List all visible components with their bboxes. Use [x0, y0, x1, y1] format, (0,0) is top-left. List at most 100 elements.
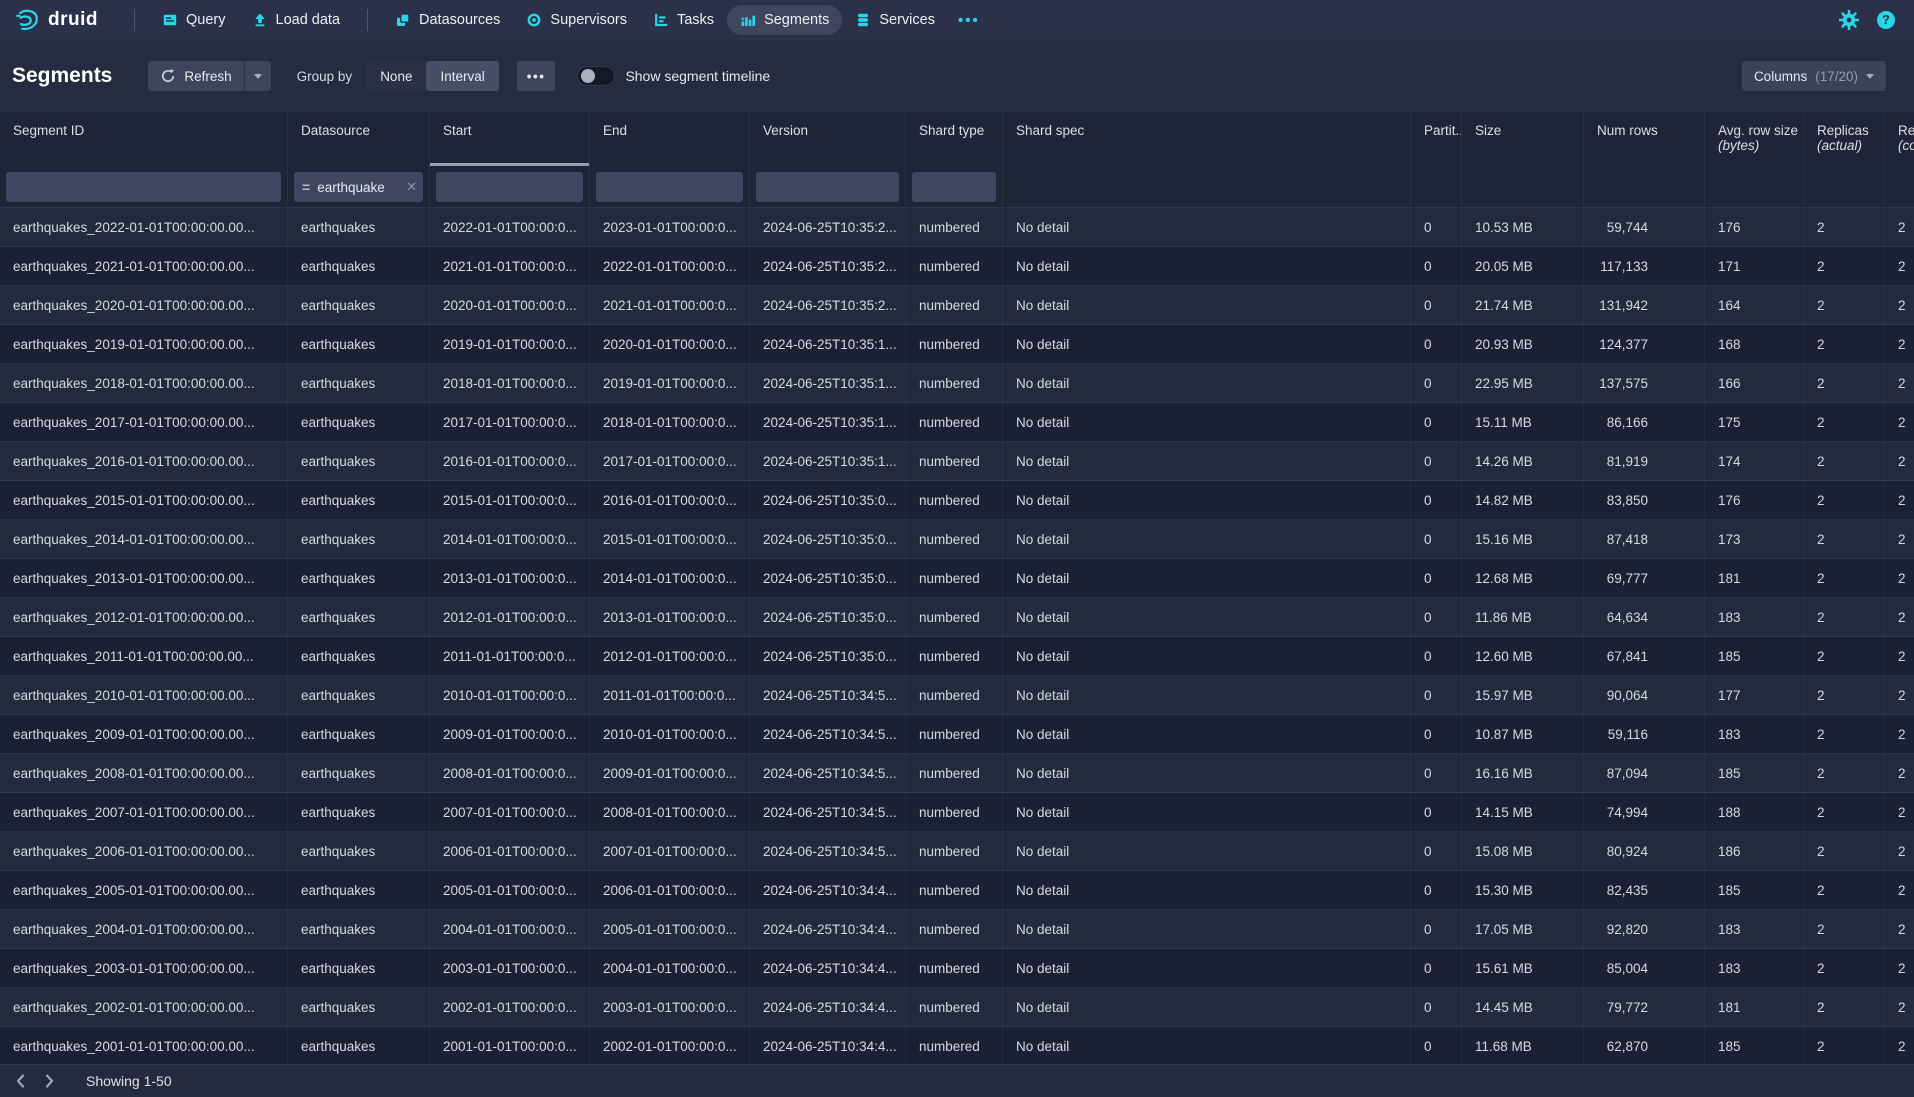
filter-input-shard-type[interactable] [912, 172, 996, 202]
cell-num-rows: 59,116 [1584, 715, 1705, 753]
table-row[interactable]: earthquakes_2022-01-01T00:00:00.00...ear… [0, 208, 1914, 247]
column-header-shard-spec[interactable]: Shard spec [1003, 112, 1411, 166]
cell-shard-spec: No detail [1003, 637, 1411, 675]
cell-shard-spec: No detail [1003, 1027, 1411, 1065]
column-header-repl-factor[interactable]: Replication factor(configured) [1885, 112, 1914, 166]
columns-button[interactable]: Columns (17/20) [1742, 61, 1886, 91]
column-header-end[interactable]: End [590, 112, 750, 166]
filter-input-end[interactable] [596, 172, 743, 202]
cell-shard-spec: No detail [1003, 442, 1411, 480]
cell-datasource: earthquakes [288, 442, 430, 480]
refresh-icon [160, 68, 176, 84]
column-header-num-rows[interactable]: Num rows [1584, 112, 1705, 166]
cell-num-rows: 131,942 [1584, 286, 1705, 324]
cell-partition: 0 [1411, 832, 1462, 870]
cell-version: 2024-06-25T10:35:0... [750, 520, 906, 558]
next-page-button[interactable] [35, 1070, 64, 1092]
previous-page-button[interactable] [6, 1070, 35, 1092]
druid-logo[interactable]: druid [14, 7, 98, 33]
table-row[interactable]: earthquakes_2001-01-01T00:00:00.00...ear… [0, 1027, 1914, 1066]
table-row[interactable]: earthquakes_2014-01-01T00:00:00.00...ear… [0, 520, 1914, 559]
table-row[interactable]: earthquakes_2009-01-01T00:00:00.00...ear… [0, 715, 1914, 754]
column-header-start[interactable]: Start [430, 112, 590, 166]
segment-timeline-toggle[interactable] [577, 66, 615, 86]
cell-num-rows: 90,064 [1584, 676, 1705, 714]
column-header-size[interactable]: Size [1462, 112, 1584, 166]
table-row[interactable]: earthquakes_2008-01-01T00:00:00.00...ear… [0, 754, 1914, 793]
more-actions-button[interactable]: ••• [517, 61, 556, 91]
filter-cell-replicas [1804, 166, 1885, 207]
column-header-partition[interactable]: Partit... [1411, 112, 1462, 166]
nav-item-supervisors[interactable]: Supervisors [513, 5, 640, 35]
pagination-bar: Showing 1-50 [0, 1064, 1914, 1097]
column-header-avg-row-size[interactable]: Avg. row size(bytes) [1705, 112, 1804, 166]
filter-input-segment-id[interactable] [6, 172, 281, 202]
datasource-filter-chip[interactable]: =earthquake✕ [294, 172, 423, 202]
cell-repl-factor: 2 [1885, 247, 1914, 285]
gear-icon[interactable] [1839, 10, 1859, 30]
table-row[interactable]: earthquakes_2002-01-01T00:00:00.00...ear… [0, 988, 1914, 1027]
filter-input-version[interactable] [756, 172, 899, 202]
cell-size: 16.16 MB [1462, 754, 1584, 792]
column-header-segment-id[interactable]: Segment ID [0, 112, 288, 166]
cell-partition: 0 [1411, 208, 1462, 246]
refresh-dropdown-button[interactable] [245, 61, 271, 91]
table-row[interactable]: earthquakes_2004-01-01T00:00:00.00...ear… [0, 910, 1914, 949]
column-header-version[interactable]: Version [750, 112, 906, 166]
cell-avg-row-size: 168 [1705, 325, 1804, 363]
cell-repl-factor: 2 [1885, 754, 1914, 792]
group-by-interval-button[interactable]: Interval [426, 61, 498, 91]
cell-end: 2023-01-01T00:00:0... [590, 208, 750, 246]
table-row[interactable]: earthquakes_2005-01-01T00:00:00.00...ear… [0, 871, 1914, 910]
cell-version: 2024-06-25T10:34:4... [750, 871, 906, 909]
cell-repl-factor: 2 [1885, 481, 1914, 519]
nav-item-label: Segments [764, 12, 829, 28]
help-icon[interactable]: ? [1876, 10, 1896, 30]
cell-start: 2011-01-01T00:00:0... [430, 637, 590, 675]
column-header-replicas[interactable]: Replicas(actual) [1804, 112, 1885, 166]
table-row[interactable]: earthquakes_2021-01-01T00:00:00.00...ear… [0, 247, 1914, 286]
cell-partition: 0 [1411, 754, 1462, 792]
table-row[interactable]: earthquakes_2015-01-01T00:00:00.00...ear… [0, 481, 1914, 520]
table-row[interactable]: earthquakes_2007-01-01T00:00:00.00...ear… [0, 793, 1914, 832]
druid-logo-icon [14, 7, 40, 33]
nav-item-segments[interactable]: Segments [727, 5, 842, 35]
table-row[interactable]: earthquakes_2012-01-01T00:00:00.00...ear… [0, 598, 1914, 637]
nav-item-label: Supervisors [550, 12, 627, 28]
table-row[interactable]: earthquakes_2003-01-01T00:00:00.00...ear… [0, 949, 1914, 988]
nav-item-load-data[interactable]: Load data [239, 5, 354, 35]
table-row[interactable]: earthquakes_2011-01-01T00:00:00.00...ear… [0, 637, 1914, 676]
column-header-shard-type[interactable]: Shard type [906, 112, 1003, 166]
table-row[interactable]: earthquakes_2018-01-01T00:00:00.00...ear… [0, 364, 1914, 403]
nav-more-button[interactable]: ••• [948, 12, 990, 29]
refresh-button[interactable]: Refresh [148, 61, 244, 91]
table-row[interactable]: earthquakes_2016-01-01T00:00:00.00...ear… [0, 442, 1914, 481]
table-row[interactable]: earthquakes_2013-01-01T00:00:00.00...ear… [0, 559, 1914, 598]
nav-item-services[interactable]: Services [842, 5, 948, 35]
cell-end: 2005-01-01T00:00:0... [590, 910, 750, 948]
upload-icon [252, 12, 268, 28]
cell-partition: 0 [1411, 1027, 1462, 1065]
filter-input-start[interactable] [436, 172, 583, 202]
table-row[interactable]: earthquakes_2017-01-01T00:00:00.00...ear… [0, 403, 1914, 442]
nav-item-query[interactable]: Query [149, 5, 239, 35]
cell-repl-factor: 2 [1885, 598, 1914, 636]
cell-end: 2014-01-01T00:00:0... [590, 559, 750, 597]
cell-shard-spec: No detail [1003, 520, 1411, 558]
table-row[interactable]: earthquakes_2020-01-01T00:00:00.00...ear… [0, 286, 1914, 325]
cell-avg-row-size: 183 [1705, 910, 1804, 948]
nav-item-datasources[interactable]: Datasources [382, 5, 513, 35]
table-row[interactable]: earthquakes_2019-01-01T00:00:00.00...ear… [0, 325, 1914, 364]
nav-item-tasks[interactable]: Tasks [640, 5, 727, 35]
cell-size: 15.97 MB [1462, 676, 1584, 714]
column-header-datasource[interactable]: Datasource [288, 112, 430, 166]
remove-filter-icon[interactable]: ✕ [406, 179, 417, 195]
group-by-none-button[interactable]: None [366, 61, 426, 91]
cell-partition: 0 [1411, 481, 1462, 519]
tasks-icon [653, 12, 669, 28]
cell-shard-type: numbered [906, 247, 1003, 285]
cell-datasource: earthquakes [288, 754, 430, 792]
table-row[interactable]: earthquakes_2006-01-01T00:00:00.00...ear… [0, 832, 1914, 871]
cell-version: 2024-06-25T10:34:5... [750, 676, 906, 714]
table-row[interactable]: earthquakes_2010-01-01T00:00:00.00...ear… [0, 676, 1914, 715]
